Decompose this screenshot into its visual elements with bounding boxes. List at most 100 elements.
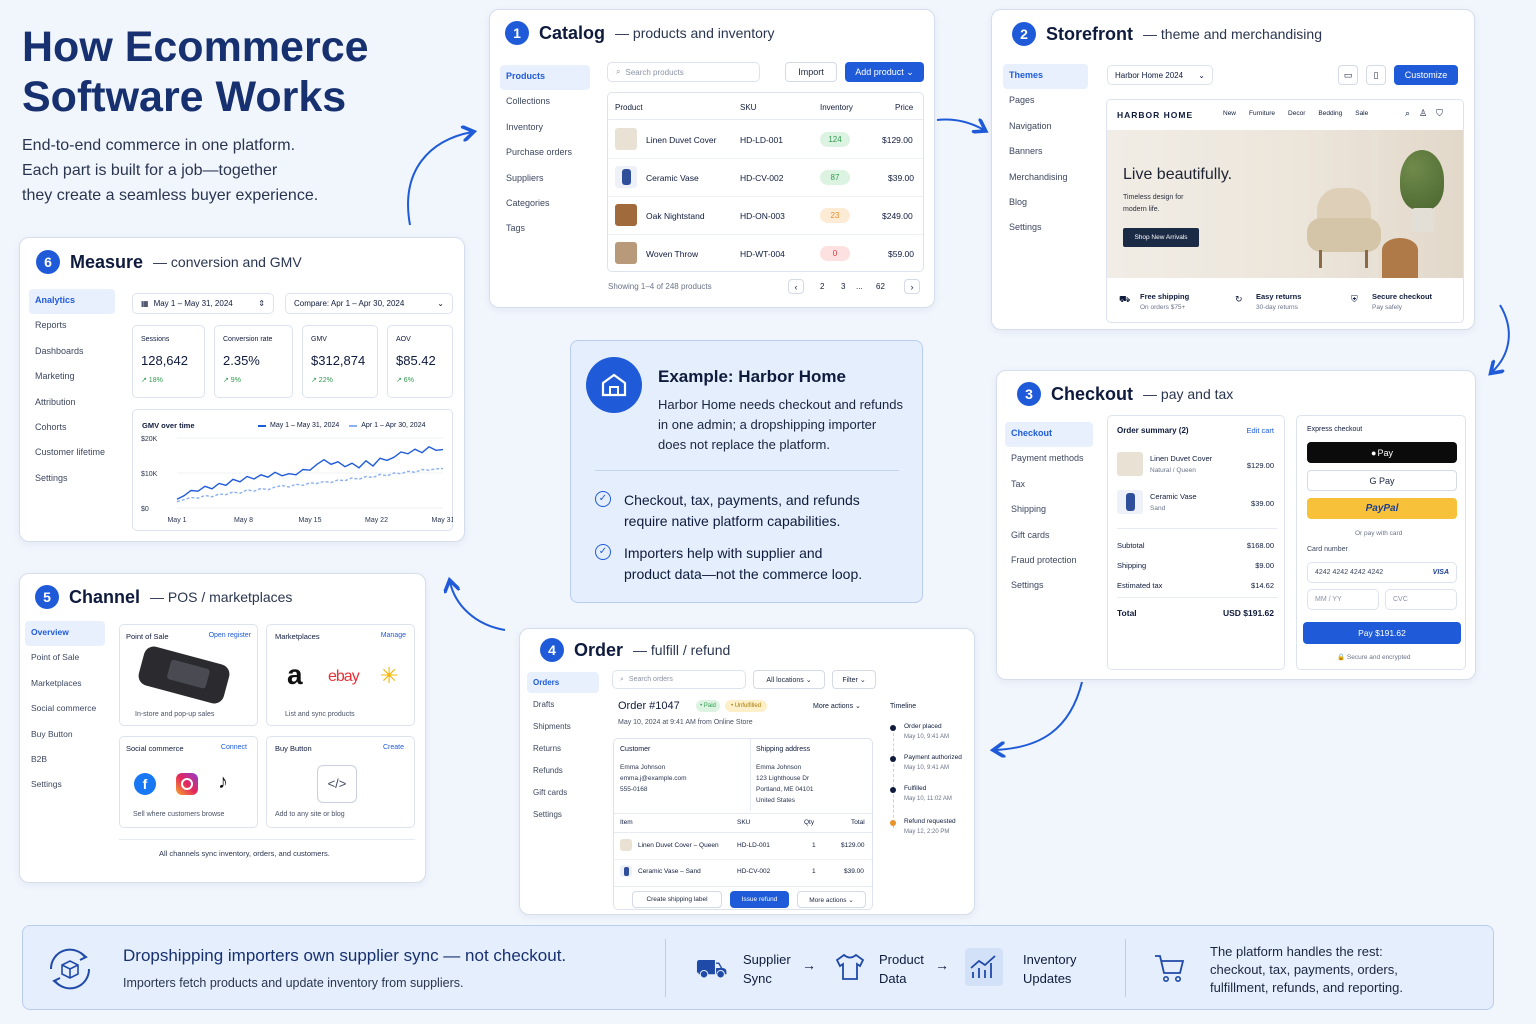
x-tick-label: May 1: [167, 517, 186, 524]
page-link[interactable]: 2: [820, 282, 824, 291]
sidebar-item-shipping[interactable]: Shipping: [1005, 498, 1093, 523]
issue-refund-button[interactable]: Issue refund: [730, 891, 789, 908]
sidebar-item-settings[interactable]: Settings: [1005, 574, 1093, 599]
next-page-button[interactable]: ›: [904, 279, 920, 294]
sidebar-item-inventory[interactable]: Inventory: [500, 116, 590, 141]
secure-note: 🔒 Secure and encrypted: [1337, 654, 1411, 661]
sidebar-item-cohorts[interactable]: Cohorts: [29, 416, 115, 441]
search-orders-input[interactable]: ⌕ Search orders: [612, 670, 746, 689]
locations-select[interactable]: All locations ⌄: [753, 670, 825, 689]
sidebar-item-settings[interactable]: Settings: [29, 467, 115, 492]
chart-legend: May 1 – May 31, 2024 Apr 1 – Apr 30, 202…: [258, 422, 425, 429]
more-actions-button[interactable]: More actions ⌄: [797, 891, 866, 908]
walmart-icon: ✳: [380, 663, 399, 688]
table-row[interactable]: Woven Throw HD-WT-004 0 $59.00: [608, 235, 923, 273]
create-shipping-label-button[interactable]: Create shipping label: [632, 891, 722, 908]
search-input[interactable]: ⌕ Search products: [607, 62, 760, 82]
expiry-input[interactable]: MM / YY: [1307, 589, 1379, 610]
sidebar-item-marketing[interactable]: Marketing: [29, 365, 115, 390]
sidebar-item-suppliers[interactable]: Suppliers: [500, 167, 590, 192]
edit-cart-link[interactable]: Edit cart: [1246, 426, 1274, 435]
import-button[interactable]: Import: [785, 62, 837, 82]
sidebar-item-payment-methods[interactable]: Payment methods: [1005, 447, 1093, 472]
filter-select[interactable]: Filter ⌄: [832, 670, 876, 689]
table-row[interactable]: Oak Nightstand HD-ON-003 23 $249.00: [608, 197, 923, 235]
page-link[interactable]: 3: [841, 282, 845, 291]
buy-button-tile: Buy Button Create </> Add to any site or…: [266, 736, 415, 828]
desktop-preview-icon[interactable]: ▭: [1338, 65, 1358, 85]
sidebar-item-themes[interactable]: Themes: [1003, 64, 1088, 90]
create-link[interactable]: Create: [383, 744, 404, 751]
google-pay-button[interactable]: G Pay: [1307, 470, 1457, 491]
sidebar-item-gift-cards[interactable]: Gift cards: [527, 782, 599, 804]
sidebar-item-tax[interactable]: Tax: [1005, 473, 1093, 498]
sidebar-item-tags[interactable]: Tags: [500, 217, 590, 242]
sidebar-item-pages[interactable]: Pages: [1003, 89, 1088, 114]
sidebar-item-dashboards[interactable]: Dashboards: [29, 340, 115, 365]
prev-page-button[interactable]: ‹: [788, 279, 804, 294]
sidebar-item-products[interactable]: Products: [500, 65, 590, 91]
table-row[interactable]: Ceramic Vase HD-CV-002 87 $39.00: [608, 159, 923, 197]
column-header: Product: [615, 103, 643, 112]
sidebar-item-merchandising[interactable]: Merchandising: [1003, 166, 1088, 191]
paid-badge: • Paid: [696, 700, 720, 712]
sidebar-item-fraud-protection[interactable]: Fraud protection: [1005, 549, 1093, 574]
sidebar-item-blog[interactable]: Blog: [1003, 191, 1088, 216]
shop-new-arrivals-button[interactable]: Shop New Arrivals: [1123, 228, 1199, 247]
sidebar-item-customer-lifetime[interactable]: Customer lifetime: [29, 441, 115, 466]
add-product-button[interactable]: Add product ⌄: [845, 62, 924, 82]
sidebar-item-attribution[interactable]: Attribution: [29, 391, 115, 416]
order-id: Order #1047: [618, 700, 680, 712]
sidebar-item-purchase-orders[interactable]: Purchase orders: [500, 141, 590, 166]
sidebar-item-refunds[interactable]: Refunds: [527, 760, 599, 782]
checkout-card: 3 Checkout — pay and tax Checkout Payment …: [996, 370, 1476, 680]
compare-picker[interactable]: Compare: Apr 1 – Apr 30, 2024 ⌄: [285, 293, 453, 314]
date-range-picker[interactable]: ▦ May 1 – May 31, 2024 ⇕: [132, 293, 274, 314]
example-panel: Example: Harbor Home Harbor Home needs c…: [570, 340, 923, 603]
connect-link[interactable]: Connect: [221, 744, 247, 751]
sidebar-item-banners[interactable]: Banners: [1003, 140, 1088, 165]
amazon-icon: a: [287, 659, 303, 690]
card-subtitle: — POS / marketplaces: [150, 589, 293, 605]
sidebar-item-social-commerce[interactable]: Social commerce: [25, 697, 105, 722]
sidebar-item-returns[interactable]: Returns: [527, 738, 599, 760]
table-row[interactable]: Linen Duvet Cover HD-LD-001 124 $129.00: [608, 121, 923, 159]
theme-select[interactable]: Harbor Home 2024 ⌄: [1107, 65, 1213, 85]
sidebar-item-marketplaces[interactable]: Marketplaces: [25, 672, 105, 697]
more-actions-menu[interactable]: More actions ⌄: [813, 702, 861, 710]
sidebar-item-categories[interactable]: Categories: [500, 192, 590, 217]
sidebar-item-checkout[interactable]: Checkout: [1005, 422, 1093, 448]
sidebar-item-settings[interactable]: Settings: [527, 804, 599, 826]
sidebar-item-navigation[interactable]: Navigation: [1003, 115, 1088, 140]
sidebar-item-drafts[interactable]: Drafts: [527, 694, 599, 716]
sidebar-item-settings[interactable]: Settings: [1003, 216, 1088, 241]
order-card: 4 Order — fulfill / refund Orders Drafts S…: [519, 628, 975, 915]
pos-tile: Point of Sale Open register In-store and…: [119, 624, 258, 726]
sidebar-item-analytics[interactable]: Analytics: [29, 289, 115, 315]
sidebar-item-overview[interactable]: Overview: [25, 621, 105, 647]
card-title: Storefront: [1046, 23, 1133, 44]
step-number: 5: [35, 585, 59, 609]
apple-pay-button[interactable]: ● Pay: [1307, 442, 1457, 463]
sidebar-item-point-of-sale[interactable]: Point of Sale: [25, 646, 105, 671]
sidebar-item-reports[interactable]: Reports: [29, 314, 115, 339]
sidebar-item-buy-button[interactable]: Buy Button: [25, 723, 105, 748]
paypal-button[interactable]: PayPal: [1307, 498, 1457, 519]
customize-button[interactable]: Customize: [1394, 65, 1458, 85]
sidebar-item-collections[interactable]: Collections: [500, 90, 590, 115]
sidebar-item-b2b[interactable]: B2B: [25, 748, 105, 773]
sidebar-item-settings[interactable]: Settings: [25, 773, 105, 798]
sidebar-item-shipments[interactable]: Shipments: [527, 716, 599, 738]
table-row[interactable]: Linen Duvet Cover – Queen HD-LD-001 1 $1…: [614, 834, 872, 858]
pay-button[interactable]: Pay $191.62: [1303, 622, 1461, 644]
page-link[interactable]: 62: [876, 282, 885, 291]
cvc-input[interactable]: CVC: [1385, 589, 1457, 610]
inventory-badge: 23: [820, 208, 850, 223]
sidebar-item-gift-cards[interactable]: Gift cards: [1005, 524, 1093, 549]
table-row[interactable]: Ceramic Vase – Sand HD-CV-002 1 $39.00: [614, 860, 872, 884]
manage-link[interactable]: Manage: [381, 632, 406, 639]
mobile-preview-icon[interactable]: ▯: [1366, 65, 1386, 85]
sidebar-item-orders[interactable]: Orders: [527, 672, 599, 693]
open-register-link[interactable]: Open register: [209, 632, 251, 639]
card-number-input[interactable]: 4242 4242 4242 4242 VISA: [1307, 562, 1457, 583]
